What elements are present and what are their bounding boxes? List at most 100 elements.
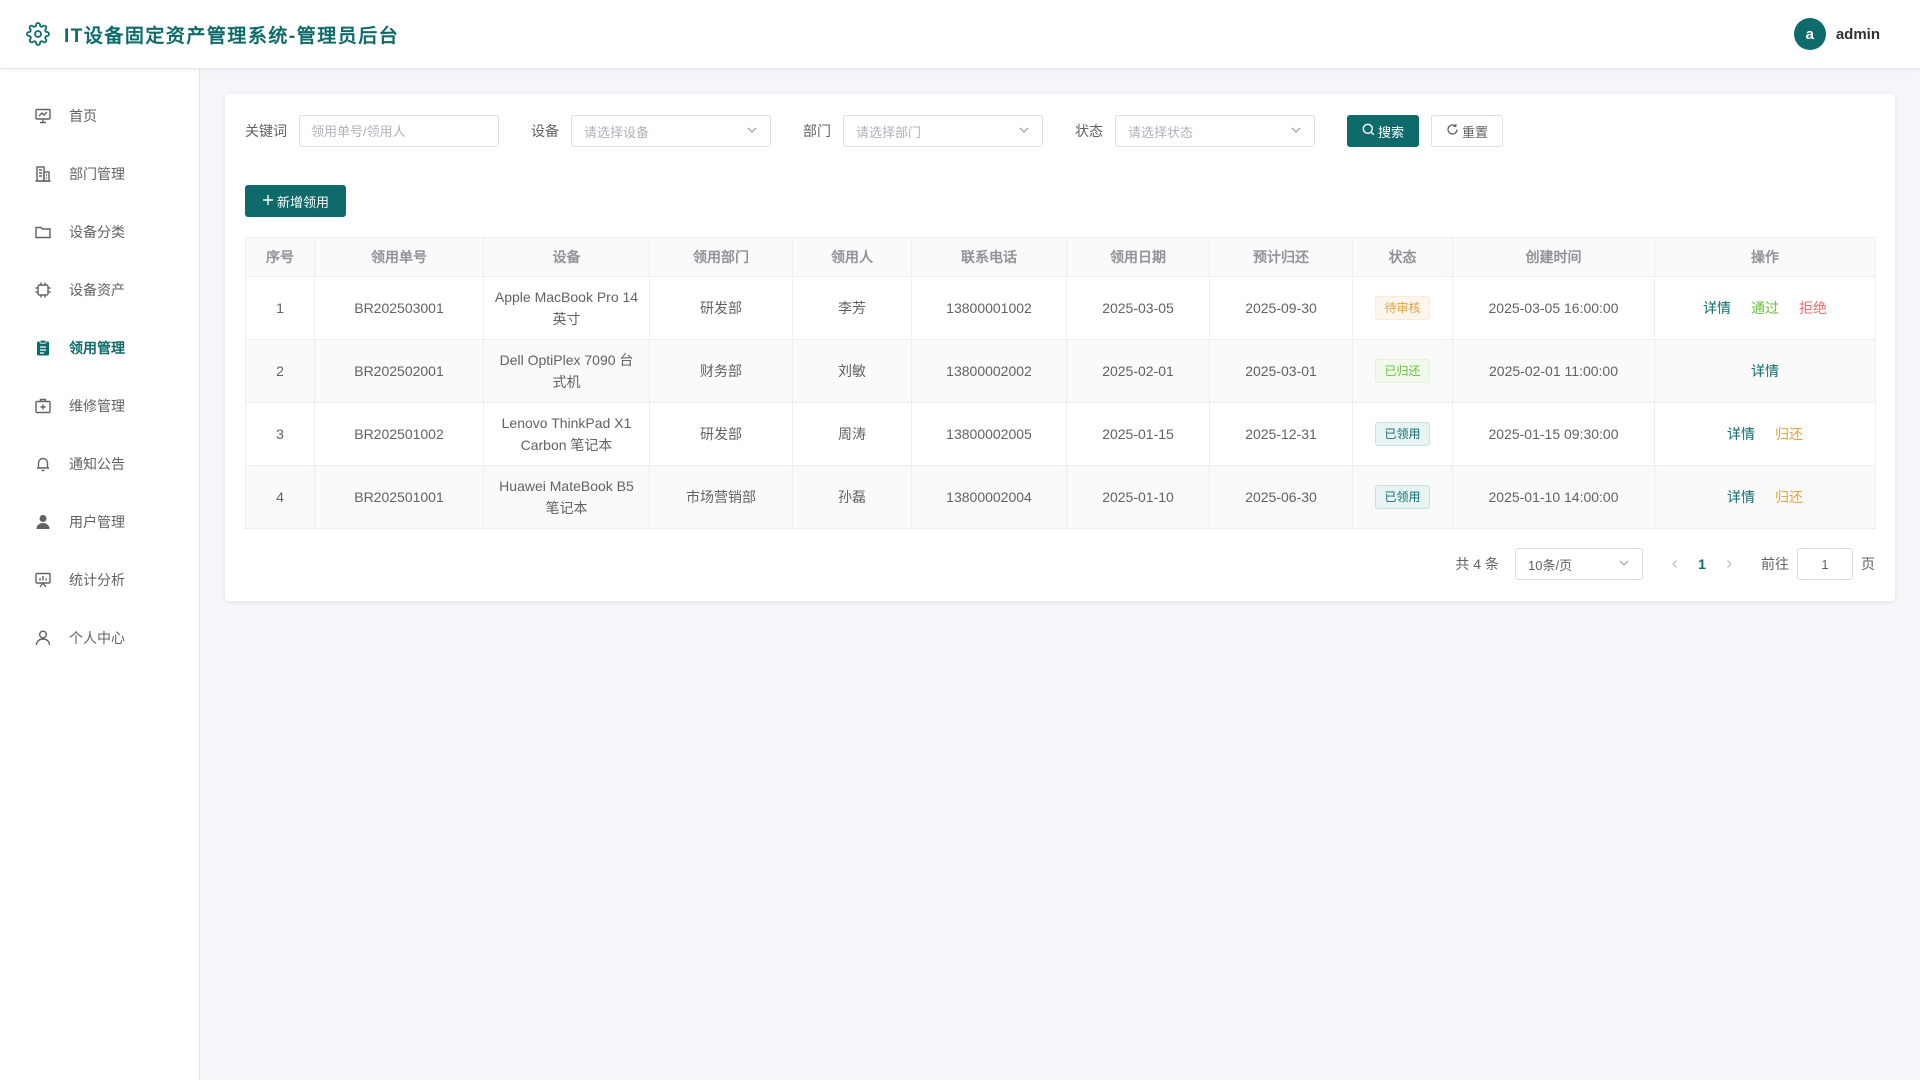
reject-link[interactable]: 拒绝 [1799, 297, 1827, 319]
keyword-input[interactable] [299, 115, 499, 147]
search-button-label: 搜索 [1378, 124, 1405, 140]
sidebar-item-label: 个人中心 [69, 630, 125, 646]
cell-order-no: BR202503001 [314, 276, 484, 340]
main-card: 关键词 设备 请选择设备 部门 请选择部门 状态 请选择状态 搜索 重置 [225, 94, 1895, 601]
sidebar-item-notice[interactable]: 通知公告 [0, 435, 199, 493]
sidebar-item-users[interactable]: 用户管理 [0, 493, 199, 551]
add-borrow-button[interactable]: 新增领用 [245, 185, 347, 217]
column-header: 领用单号 [314, 237, 484, 277]
column-header: 创建时间 [1452, 237, 1655, 277]
sidebar-item-category[interactable]: 设备分类 [0, 203, 199, 261]
cell-user: 孙磊 [792, 465, 912, 529]
cell-date: 2025-01-15 [1066, 402, 1210, 466]
department-select[interactable]: 请选择部门 [843, 115, 1043, 147]
cell-date: 2025-01-10 [1066, 465, 1210, 529]
detail-link[interactable]: 详情 [1703, 297, 1731, 319]
cell-index: 1 [245, 276, 315, 340]
reset-button-label: 重置 [1462, 124, 1489, 140]
search-button[interactable]: 搜索 [1347, 115, 1420, 147]
search-form: 关键词 设备 请选择设备 部门 请选择部门 状态 请选择状态 搜索 重置 [245, 115, 1504, 147]
cell-created: 2025-02-01 11:00:00 [1452, 339, 1655, 403]
keyword-label: 关键词 [245, 123, 287, 139]
username[interactable]: admin [1836, 26, 1880, 43]
sidebar-item-label: 领用管理 [69, 340, 125, 356]
goto-label: 前往 [1761, 556, 1789, 572]
cell-department: 财务部 [649, 339, 793, 403]
cell-date: 2025-02-01 [1066, 339, 1210, 403]
status-select[interactable]: 请选择状态 [1115, 115, 1315, 147]
column-header: 设备 [483, 237, 650, 277]
sidebar-item-label: 统计分析 [69, 572, 125, 588]
cell-user: 李芳 [792, 276, 912, 340]
device-select[interactable]: 请选择设备 [571, 115, 771, 147]
page-number-current[interactable]: 1 [1687, 556, 1717, 572]
goto-page-input[interactable] [1797, 548, 1853, 580]
table-row: 1 BR202503001 Apple MacBook Pro 14英寸 研发部… [245, 276, 1876, 340]
cell-user: 刘敏 [792, 339, 912, 403]
cell-status: 已归还 [1352, 339, 1453, 403]
column-header: 状态 [1352, 237, 1453, 277]
cell-return-date: 2025-03-01 [1209, 339, 1353, 403]
detail-link[interactable]: 详情 [1727, 423, 1755, 445]
cell-index: 4 [245, 465, 315, 529]
folder-icon [34, 223, 52, 241]
detail-link[interactable]: 详情 [1751, 360, 1779, 382]
user-outline-icon [34, 629, 52, 647]
dashboard-icon [34, 107, 52, 125]
department-label: 部门 [803, 123, 831, 139]
device-label: 设备 [531, 123, 559, 139]
cell-status: 已领用 [1352, 402, 1453, 466]
chevron-right-icon [1724, 556, 1734, 572]
medical-box-icon [34, 397, 52, 415]
cell-department: 市场营销部 [649, 465, 793, 529]
column-header: 领用人 [792, 237, 912, 277]
cell-date: 2025-03-05 [1066, 276, 1210, 340]
next-page-button[interactable] [1717, 548, 1741, 580]
sidebar-item-assets[interactable]: 设备资产 [0, 261, 199, 319]
cell-phone: 13800002005 [911, 402, 1067, 466]
cell-status: 已领用 [1352, 465, 1453, 529]
cell-actions: 详情 [1654, 339, 1876, 403]
cell-created: 2025-01-10 14:00:00 [1452, 465, 1655, 529]
cell-order-no: BR202502001 [314, 339, 484, 403]
borrow-table: 序号 领用单号 设备 领用部门 领用人 联系电话 领用日期 预计归还 状态 创建… [245, 237, 1876, 529]
status-select-placeholder: 请选择状态 [1128, 124, 1194, 140]
bell-icon [34, 455, 52, 473]
reset-button[interactable]: 重置 [1431, 115, 1504, 147]
sidebar-item-profile[interactable]: 个人中心 [0, 609, 199, 667]
sidebar-item-borrow[interactable]: 领用管理 [0, 319, 199, 377]
return-link[interactable]: 归还 [1775, 423, 1803, 445]
user-filled-icon [34, 513, 52, 531]
table-row: 4 BR202501001 Huawei MateBook B5 笔记本 市场营… [245, 465, 1876, 529]
column-header: 操作 [1654, 237, 1876, 277]
column-header: 序号 [245, 237, 315, 277]
sidebar-item-repair[interactable]: 维修管理 [0, 377, 199, 435]
table-row: 3 BR202501002 Lenovo ThinkPad X1 Carbon … [245, 402, 1876, 466]
return-link[interactable]: 归还 [1775, 486, 1803, 508]
sidebar-item-department[interactable]: 部门管理 [0, 145, 199, 203]
total-count: 共 4 条 [1455, 556, 1499, 572]
cell-phone: 13800002004 [911, 465, 1067, 529]
sidebar-item-label: 通知公告 [69, 456, 125, 472]
sidebar-item-home[interactable]: 首页 [0, 87, 199, 145]
chevron-left-icon [1670, 556, 1680, 572]
cell-device: Apple MacBook Pro 14英寸 [483, 276, 650, 340]
status-badge: 待审核 [1375, 296, 1430, 320]
cell-phone: 13800002002 [911, 339, 1067, 403]
clipboard-icon [34, 339, 52, 357]
device-select-placeholder: 请选择设备 [584, 124, 650, 140]
app-title: IT设备固定资产管理系统-管理员后台 [64, 25, 400, 47]
page-size-select[interactable]: 10条/页 [1515, 548, 1643, 580]
cell-device: Lenovo ThinkPad X1 Carbon 笔记本 [483, 402, 650, 466]
gear-icon [25, 21, 51, 47]
avatar[interactable]: a [1793, 18, 1826, 50]
column-header: 预计归还 [1209, 237, 1353, 277]
user-menu[interactable]: a admin [1793, 18, 1880, 50]
prev-page-button[interactable] [1663, 548, 1687, 580]
chevron-down-icon [1290, 124, 1302, 139]
detail-link[interactable]: 详情 [1727, 486, 1755, 508]
sidebar-item-statistics[interactable]: 统计分析 [0, 551, 199, 609]
approve-link[interactable]: 通过 [1751, 297, 1779, 319]
chart-board-icon [34, 571, 52, 589]
cell-phone: 13800001002 [911, 276, 1067, 340]
